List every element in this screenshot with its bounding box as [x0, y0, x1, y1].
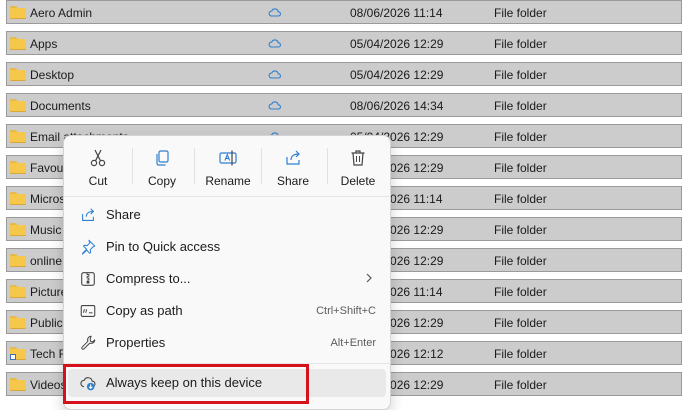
quick-actions-divider: [327, 148, 328, 184]
cloud-icon: [268, 101, 281, 110]
menu-item-properties[interactable]: Properties Alt+Enter: [68, 329, 386, 357]
folder-icon: [10, 68, 26, 81]
file-type: File folder: [494, 99, 547, 113]
file-name: Documents: [30, 99, 91, 113]
folder-icon: [10, 285, 26, 298]
file-type: File folder: [494, 161, 547, 175]
file-name: Micros: [30, 192, 66, 206]
cloud-icon: [268, 39, 281, 48]
file-type: File folder: [494, 347, 547, 361]
share-icon: [82, 208, 95, 221]
scissors-icon: [90, 149, 106, 167]
menu-divider: [64, 196, 390, 197]
file-name: online: [30, 254, 63, 268]
folder-icon: [10, 347, 26, 360]
file-row[interactable]: Apps 05/04/2026 12:29 File folder: [6, 31, 682, 55]
file-row[interactable]: Aero Admin 08/06/2026 11:14 File folder: [6, 0, 682, 24]
copy-icon: [156, 150, 169, 166]
file-row[interactable]: Documents 08/06/2026 14:34 File folder: [6, 93, 682, 117]
shortcut-arrow-icon: [10, 354, 16, 360]
menu-item-label: Compress to...: [106, 271, 191, 286]
file-name: Music: [30, 223, 62, 237]
folder-icon: [10, 6, 26, 19]
folder-icon: [10, 99, 26, 112]
menu-item-compress-to[interactable]: Compress to...: [68, 265, 386, 293]
menu-item-share[interactable]: Share: [68, 201, 386, 229]
file-type: File folder: [494, 130, 547, 144]
share-icon: [286, 150, 300, 165]
date-modified: 05/04/2026 12:29: [350, 68, 444, 82]
file-name: Tech F: [30, 347, 67, 361]
menu-item-label: Share: [106, 207, 141, 222]
pin-icon: [82, 239, 96, 255]
file-type: File folder: [494, 68, 547, 82]
file-type: File folder: [494, 285, 547, 299]
file-type: File folder: [494, 37, 547, 51]
folder-icon: [10, 130, 26, 143]
file-type: File folder: [494, 316, 547, 330]
cut-button[interactable]: Cut: [74, 144, 122, 192]
path-icon: [80, 305, 96, 317]
folder-icon: [10, 378, 26, 391]
file-type: File folder: [494, 254, 547, 268]
file-type: File folder: [494, 378, 547, 392]
share-button[interactable]: Share: [270, 144, 316, 192]
menu-item-label: Pin to Quick access: [106, 239, 221, 254]
date-modified: 05/04/2026 12:29: [350, 37, 444, 51]
folder-icon: [10, 161, 26, 174]
copy-label: Copy: [147, 174, 176, 188]
date-modified: 08/06/2026 14:34: [350, 99, 444, 113]
folder-icon: [10, 316, 26, 329]
menu-item-label: Copy as path: [106, 303, 183, 318]
cut-label: Cut: [88, 174, 108, 188]
file-type: File folder: [494, 192, 547, 206]
rename-icon: [219, 150, 237, 166]
folder-icon: [10, 192, 26, 205]
folder-icon: [10, 254, 26, 267]
trash-icon: [351, 150, 365, 166]
folder-icon: [10, 223, 26, 236]
shortcut-hint: Alt+Enter: [330, 337, 376, 349]
delete-label: Delete: [340, 174, 376, 188]
file-name: Apps: [30, 37, 58, 51]
rename-label: Rename: [205, 174, 251, 188]
quick-actions-divider: [194, 148, 195, 184]
quick-actions-divider: [132, 148, 133, 184]
cloud-icon: [268, 70, 281, 79]
menu-item-pin-to-quick-access[interactable]: Pin to Quick access: [68, 233, 386, 261]
file-name: Desktop: [30, 68, 75, 82]
zip-icon: [81, 272, 95, 286]
wrench-icon: [81, 335, 96, 350]
file-name: Aero Admin: [30, 6, 93, 20]
quick-actions-bar: Cut Copy Rename Share Delete: [64, 136, 390, 196]
shortcut-hint: Ctrl+Shift+C: [316, 305, 376, 317]
file-row[interactable]: Desktop 05/04/2026 12:29 File folder: [6, 62, 682, 86]
menu-item-copy-as-path[interactable]: Copy as path Ctrl+Shift+C: [68, 297, 386, 325]
menu-item-label: Properties: [106, 335, 166, 350]
chevron-right-icon: [366, 273, 372, 283]
file-name: Picture: [30, 285, 68, 299]
highlight-annotation: [63, 364, 309, 404]
file-name: Public: [30, 316, 63, 330]
file-type: File folder: [494, 223, 547, 237]
quick-actions-divider: [261, 148, 262, 184]
date-modified: 08/06/2026 11:14: [350, 6, 443, 20]
file-name: Favou: [30, 161, 64, 175]
rename-button[interactable]: Rename: [200, 144, 256, 192]
folder-icon: [10, 37, 26, 50]
file-name: Videos: [30, 378, 67, 392]
share-label: Share: [276, 174, 310, 188]
delete-button[interactable]: Delete: [334, 144, 382, 192]
copy-button[interactable]: Copy: [140, 144, 184, 192]
cloud-icon: [268, 8, 281, 17]
file-type: File folder: [494, 6, 547, 20]
